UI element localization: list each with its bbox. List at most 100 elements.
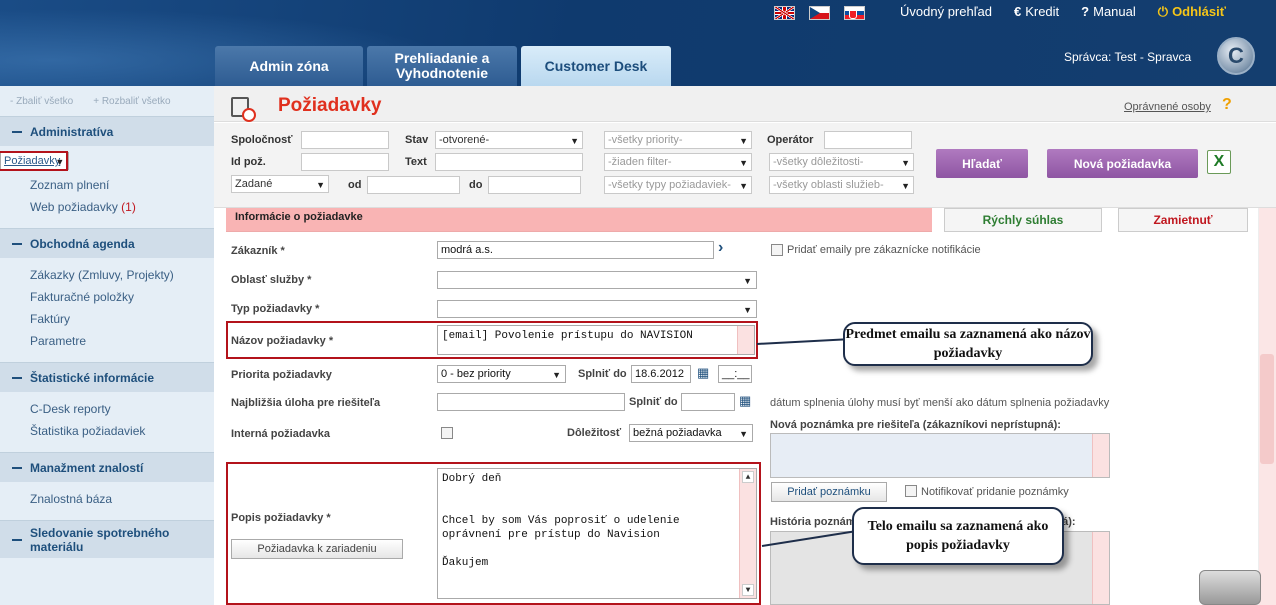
- sidebar-section-obchodna-agenda[interactable]: Obchodná agenda: [0, 228, 214, 258]
- callout-text: Predmet emailu sa zaznamená ako názov po…: [845, 327, 1091, 361]
- sidebar: - Zbaliť všetko + Rozbaliť všetko Admini…: [0, 86, 214, 605]
- sidebar-items: Zákazky (Zmluvy, Projekty) Fakturačné po…: [0, 258, 214, 362]
- excel-export-icon[interactable]: X: [1207, 150, 1231, 174]
- home-link[interactable]: Úvodný prehľad: [900, 4, 992, 20]
- chevron-right-icon[interactable]: ›: [718, 239, 723, 257]
- sidebar-item-zoznam-plneni[interactable]: Zoznam plnení: [0, 174, 214, 196]
- sidebar-item-label: Požiadavky: [0, 151, 69, 171]
- sidebar-item-zakazky[interactable]: Zákazky (Zmluvy, Projekty): [0, 264, 214, 286]
- service-area-select[interactable]: -všetky oblasti služieb-: [769, 176, 914, 194]
- scrollbar[interactable]: ▲ ▼: [739, 469, 756, 598]
- request-name-input[interactable]: [email] Povolenie prístupu do NAVISION: [437, 325, 755, 355]
- collapse-icon: [12, 130, 22, 133]
- sidebar-section-administrativa[interactable]: Administratíva: [0, 116, 214, 146]
- manual-label: Manual: [1093, 4, 1136, 19]
- request-name-label: Názov požiadavky *: [231, 335, 334, 347]
- authorized-persons-link[interactable]: Oprávnené osoby: [1124, 101, 1211, 113]
- date-type-select[interactable]: Zadané: [231, 175, 329, 193]
- scrollbar[interactable]: [1092, 532, 1109, 604]
- id-input[interactable]: [301, 153, 389, 171]
- request-form: Informácie o požiadavke Rýchly súhlas Za…: [226, 208, 1256, 605]
- importance-select[interactable]: -všetky dôležitosti-: [769, 153, 914, 171]
- reject-button[interactable]: Zamietnuť: [1118, 208, 1248, 232]
- search-button[interactable]: Hľadať: [936, 149, 1028, 178]
- manual-link[interactable]: ? Manual: [1081, 4, 1136, 20]
- sidebar-item-poziadavky[interactable]: Požiadavky: [0, 151, 70, 171]
- task-date-input[interactable]: [681, 393, 735, 411]
- add-note-button[interactable]: Pridať poznámku: [771, 482, 887, 502]
- tab-customer-desk[interactable]: Customer Desk: [521, 46, 671, 86]
- scrollbar[interactable]: [1092, 434, 1109, 477]
- date-to-input[interactable]: [488, 176, 581, 194]
- service-area-select[interactable]: [437, 271, 757, 289]
- customer-input[interactable]: modrá a.s.: [437, 241, 714, 259]
- nearest-task-input[interactable]: [437, 393, 625, 411]
- calendar-icon[interactable]: ▦: [697, 365, 709, 381]
- request-type-label: Typ požiadavky *: [231, 303, 320, 315]
- service-area-label: Oblasť služby *: [231, 274, 312, 286]
- description-label: Popis požiadavky *: [231, 512, 331, 524]
- logout-label: Odhlásiť: [1172, 4, 1226, 19]
- sidebar-item-cdesk-reporty[interactable]: C-Desk reporty: [0, 398, 214, 420]
- filter-panel: Spoločnosť Stav -otvorené- -všetky prior…: [214, 123, 1276, 208]
- scroll-up-icon[interactable]: ▲: [742, 471, 754, 483]
- credit-link[interactable]: € Kredit: [1014, 4, 1059, 20]
- czech-flag-icon[interactable]: [809, 6, 830, 20]
- slovak-flag-icon[interactable]: [844, 6, 865, 20]
- scrollbar[interactable]: [737, 326, 754, 354]
- logout-link[interactable]: ⏻ Odhlásiť: [1158, 4, 1226, 20]
- date-from-input[interactable]: [367, 176, 460, 194]
- filter-select[interactable]: -žiaden filter-: [604, 153, 752, 171]
- sidebar-toggles: - Zbaliť všetko + Rozbaliť všetko: [0, 86, 214, 116]
- company-input[interactable]: [301, 131, 389, 149]
- quick-approve-button[interactable]: Rýchly súhlas: [944, 208, 1102, 232]
- task-date-note: dátum splnenia úlohy musí byť menší ako …: [770, 397, 1110, 409]
- operator-input[interactable]: [824, 131, 912, 149]
- internal-checkbox[interactable]: [441, 427, 453, 439]
- sidebar-item-znalostna-baza[interactable]: Znalostná báza: [0, 488, 214, 510]
- sidebar-item-faktury[interactable]: Faktúry: [0, 308, 214, 330]
- to-label: do: [469, 179, 483, 191]
- credit-label: Kredit: [1025, 4, 1060, 19]
- float-action-icon[interactable]: [1199, 570, 1261, 605]
- expand-all-link[interactable]: + Rozbaliť všetko: [93, 96, 170, 107]
- from-label: od: [348, 179, 362, 191]
- collapse-all-link[interactable]: - Zbaliť všetko: [10, 96, 73, 107]
- sidebar-item-web-poziadavky[interactable]: Web požiadavky (1): [0, 196, 214, 218]
- status-select[interactable]: -otvorené-: [435, 131, 583, 149]
- priority-select[interactable]: -všetky priority-: [604, 131, 752, 149]
- fulfill-date-input[interactable]: 18.6.2012: [631, 365, 691, 383]
- notify-note-checkbox[interactable]: [905, 485, 917, 497]
- priority-select[interactable]: 0 - bez priority: [437, 365, 566, 383]
- english-flag-icon[interactable]: [774, 6, 795, 20]
- new-note-textarea[interactable]: [770, 433, 1110, 478]
- cdesk-logo: C: [1217, 37, 1255, 75]
- text-input[interactable]: [435, 153, 583, 171]
- sidebar-item-statistika[interactable]: Štatistika požiadaviek: [0, 420, 214, 442]
- section-title: Manažment znalostí: [30, 460, 144, 475]
- tab-reviews[interactable]: Prehliadanie a Vyhodnotenie: [367, 46, 517, 86]
- sidebar-section-sledovanie[interactable]: Sledovanie spotrebného materiálu: [0, 520, 214, 558]
- calendar-icon[interactable]: ▦: [739, 393, 751, 409]
- company-label: Spoločnosť: [231, 134, 293, 146]
- sidebar-section-manazment-znalosti[interactable]: Manažment znalostí: [0, 452, 214, 482]
- help-icon[interactable]: ?: [1222, 96, 1232, 114]
- scroll-down-icon[interactable]: ▼: [742, 584, 754, 596]
- sidebar-item-parametre[interactable]: Parametre: [0, 330, 214, 352]
- collapse-icon: [12, 376, 22, 379]
- new-request-button[interactable]: Nová požiadavka: [1047, 149, 1198, 178]
- fulfill-time-input[interactable]: __:__: [718, 365, 752, 383]
- operator-label: Operátor: [767, 134, 814, 146]
- device-request-button[interactable]: Požiadavka k zariadeniu: [231, 539, 403, 559]
- tab-admin-zone[interactable]: Admin zóna: [215, 46, 363, 86]
- page-scrollbar-thumb[interactable]: [1260, 354, 1274, 464]
- description-value: Dobrý deň Chcel by som Vás poprosiť o ud…: [442, 473, 680, 569]
- request-type-select[interactable]: -všetky typy požiadaviek-: [604, 176, 752, 194]
- importance-select[interactable]: bežná požiadavka: [629, 424, 753, 442]
- description-textarea[interactable]: Dobrý deň Chcel by som Vás poprosiť o ud…: [437, 468, 757, 599]
- sidebar-section-statisticke-informacie[interactable]: Štatistické informácie: [0, 362, 214, 392]
- sidebar-item-fakturacne-polozky[interactable]: Fakturačné položky: [0, 286, 214, 308]
- add-emails-checkbox[interactable]: [771, 244, 783, 256]
- count-badge: (1): [121, 200, 136, 214]
- request-type-select[interactable]: [437, 300, 757, 318]
